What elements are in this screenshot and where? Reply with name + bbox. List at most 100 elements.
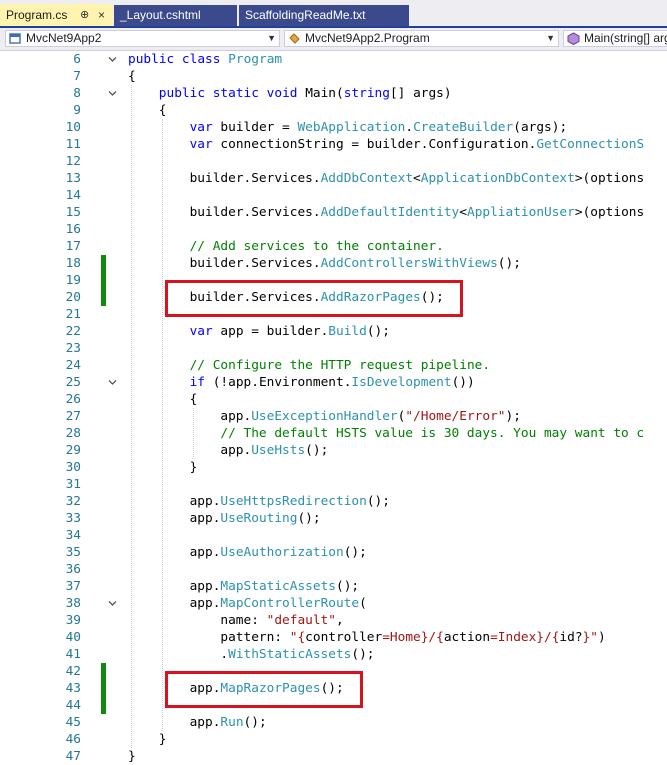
code-line[interactable]: 13 builder.Services.AddDbContext<Applicat… [0, 170, 667, 187]
code-text: } [190, 459, 198, 476]
code-token: MapStaticAssets [220, 579, 336, 594]
code-line[interactable]: 24 // Configure the HTTP request pipeline… [0, 357, 667, 374]
code-line[interactable]: 45 app.Run(); [0, 714, 667, 731]
code-token: . [405, 120, 414, 135]
code-line[interactable]: 39 name: "default", [0, 612, 667, 629]
line-number: 41 [65, 647, 81, 662]
code-line[interactable]: 15 builder.Services.AddDefaultIdentity<Ap… [0, 204, 667, 221]
code-line[interactable]: 35 app.UseAuthorization(); [0, 544, 667, 561]
code-token: app. [189, 494, 221, 509]
line-number: 39 [65, 613, 81, 628]
line-number: 27 [65, 409, 81, 424]
code-token: builder.Services. [189, 205, 321, 220]
code-token: builder = [220, 120, 298, 135]
code-token: string [343, 86, 390, 101]
code-token: controller [305, 630, 383, 645]
code-line[interactable]: 22 var app = builder.Build(); [0, 323, 667, 340]
code-line[interactable]: 36 [0, 561, 667, 578]
indent-guide [161, 119, 163, 731]
code-line[interactable]: 46} [0, 731, 667, 748]
line-number: 23 [65, 341, 81, 356]
code-line[interactable]: 26 { [0, 391, 667, 408]
code-token: app. [189, 715, 221, 730]
tab-scaffolding-readme[interactable]: ScaffoldingReadMe.txt [239, 5, 409, 26]
class-dropdown[interactable]: MvcNet9App2.Program ▼ [284, 30, 559, 47]
indent-guide [192, 408, 194, 459]
code-token: AddDefaultIdentity [320, 205, 460, 220]
code-token: IsDevelopment [351, 375, 452, 390]
code-line[interactable]: 12 [0, 153, 667, 170]
code-line[interactable]: 23 [0, 340, 667, 357]
collapse-chevron-icon[interactable] [107, 377, 118, 388]
code-token: app. [189, 545, 221, 560]
code-editor[interactable]: 6 public class Program 7{8 public static vo… [0, 51, 667, 765]
code-token: GetConnectionS [536, 137, 645, 152]
code-line[interactable]: 8 public static void Main(string[] args) [0, 85, 667, 102]
code-token: WithStaticAssets [228, 647, 352, 662]
line-number: 45 [65, 715, 81, 730]
tab-label: Program.cs [6, 8, 68, 22]
code-line[interactable]: 17 // Add services to the container. [0, 238, 667, 255]
code-token: (); [366, 494, 390, 509]
code-token: MapControllerRoute [220, 596, 360, 611]
change-indicator [101, 680, 106, 697]
code-line[interactable]: 7{ [0, 68, 667, 85]
code-line[interactable]: 10 var builder = WebApplication.CreateBui… [0, 119, 667, 136]
code-line[interactable]: 34 [0, 527, 667, 544]
code-line[interactable]: 30} [0, 459, 667, 476]
code-text: app.UseHttpsRedirection(); [190, 493, 390, 510]
code-line[interactable]: 16 [0, 221, 667, 238]
code-line[interactable]: 25 if (!app.Environment.IsDevelopment()) [0, 374, 667, 391]
code-line[interactable]: 6 public class Program [0, 51, 667, 68]
code-line[interactable]: 31 [0, 476, 667, 493]
code-line[interactable]: 47} [0, 748, 667, 765]
code-token: >(options [574, 171, 645, 186]
code-token: "/Home/Error" [405, 409, 506, 424]
line-number: 31 [65, 477, 81, 492]
method-icon [567, 32, 580, 45]
close-icon[interactable]: × [98, 4, 105, 27]
change-indicator [101, 272, 106, 289]
code-text: .WithStaticAssets(); [220, 646, 374, 663]
code-token: Program [228, 52, 283, 67]
code-token: } [189, 460, 198, 475]
code-token: action [443, 630, 491, 645]
code-line[interactable]: 29 app.UseHsts(); [0, 442, 667, 459]
collapse-chevron-icon[interactable] [107, 88, 118, 99]
code-line[interactable]: 9{ [0, 102, 667, 119]
code-line[interactable]: 27 app.UseExceptionHandler("/Home/Error")… [0, 408, 667, 425]
line-number: 25 [65, 375, 81, 390]
code-token: name: [220, 613, 267, 628]
code-line[interactable]: 18 builder.Services.AddControllersWithVie… [0, 255, 667, 272]
code-token: ); [505, 409, 521, 424]
code-token: ( [359, 596, 367, 611]
code-line[interactable]: 38 app.MapControllerRoute( [0, 595, 667, 612]
collapse-chevron-icon[interactable] [107, 598, 118, 609]
tab-program-cs[interactable]: Program.cs ⊕ × [0, 4, 113, 27]
collapse-chevron-icon[interactable] [107, 54, 118, 65]
code-token: Run [220, 715, 244, 730]
member-name: Main(string[] args) [584, 31, 667, 45]
tab-layout-cshtml[interactable]: _Layout.cshtml [114, 5, 237, 26]
code-line[interactable]: 14 [0, 187, 667, 204]
code-token: app = builder. [220, 324, 329, 339]
code-token: { [128, 69, 136, 84]
code-line[interactable]: 33 app.UseRouting(); [0, 510, 667, 527]
code-token: WebApplication [297, 120, 406, 135]
code-line[interactable]: 37 app.MapStaticAssets(); [0, 578, 667, 595]
code-text: app.MapControllerRoute( [190, 595, 367, 612]
member-dropdown[interactable]: Main(string[] args) [563, 30, 667, 47]
code-line[interactable]: 28 // The default HSTS value is 30 days. … [0, 425, 667, 442]
line-number: 30 [65, 460, 81, 475]
code-text: { [128, 68, 136, 85]
code-token: if [189, 375, 213, 390]
code-line[interactable]: 40 pattern: "{controller=Home}/{action=In… [0, 629, 667, 646]
code-line[interactable]: 41 .WithStaticAssets(); [0, 646, 667, 663]
pin-icon[interactable]: ⊕ [80, 4, 89, 27]
code-token: Build [328, 324, 367, 339]
code-line[interactable]: 32 app.UseHttpsRedirection(); [0, 493, 667, 510]
code-token: AppliationUser [466, 205, 575, 220]
project-dropdown[interactable]: MvcNet9App2 ▼ [5, 30, 280, 47]
line-number: 14 [65, 188, 81, 203]
code-line[interactable]: 11 var connectionString = builder.Configu… [0, 136, 667, 153]
